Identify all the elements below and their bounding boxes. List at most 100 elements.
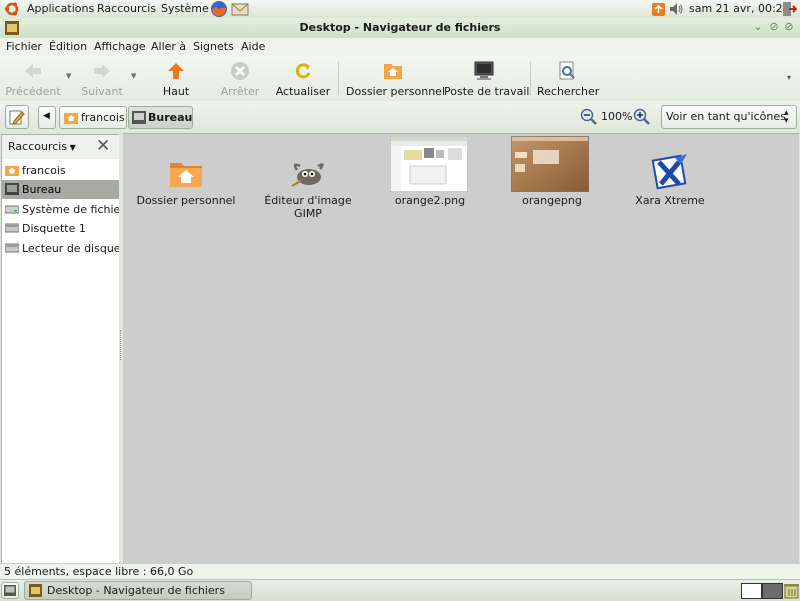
computer-label: Poste de travail [444, 85, 530, 98]
file-item-orange2-png[interactable]: orange2.png [375, 134, 485, 214]
sidebar: Raccourcis ▼ ✕ francois Bureau Système d… [1, 134, 120, 564]
clock[interactable]: sam 21 avr, 00:22 [689, 2, 790, 16]
show-desktop-button[interactable] [1, 582, 19, 599]
sidebar-item-lecteur-de-disquettes[interactable]: Lecteur de disquettes [2, 239, 119, 258]
edit-pencil-icon [9, 110, 25, 125]
volume-icon[interactable] [668, 1, 684, 17]
close-sidebar-icon[interactable]: ✕ [96, 136, 110, 156]
bottom-panel: Desktop - Navigateur de fichiers [0, 579, 800, 601]
stop-icon [231, 62, 249, 80]
desktop-icon [5, 183, 19, 195]
menu-aide[interactable]: Aide [241, 40, 265, 53]
show-desktop-icon [4, 585, 16, 596]
zoom-in-icon[interactable] [633, 108, 650, 125]
drive-icon [5, 205, 19, 214]
view-mode-select[interactable]: Voir en tant qu'icônes ▴ ▾ [661, 105, 797, 129]
workspace-2[interactable] [762, 583, 783, 599]
back-history-dropdown[interactable]: ▼ [66, 72, 71, 80]
sidebar-item-bureau[interactable]: Bureau [2, 180, 119, 199]
top-panel: Applications Raccourcis Système sam 21 a… [0, 0, 800, 19]
floppy-icon [5, 223, 19, 233]
path-button-bureau[interactable]: Bureau [128, 106, 193, 129]
taskbar-window-button[interactable]: Desktop - Navigateur de fichiers [24, 581, 252, 600]
zoom-level[interactable]: 100% [601, 110, 632, 123]
menu-fichier[interactable]: Fichier [6, 40, 42, 53]
back-button[interactable]: Précédent [4, 57, 62, 99]
ubuntu-logo-icon[interactable] [4, 1, 20, 17]
maximize-button[interactable]: ⊘ [768, 21, 780, 33]
file-name: orangepng [522, 194, 582, 207]
stop-button[interactable]: Arrêter [214, 57, 266, 99]
arrow-up-icon [168, 63, 184, 79]
toolbar: Précédent ▼ Suivant ▼ Haut Arrêter Actua… [0, 55, 800, 102]
toggle-location-entry-button[interactable] [5, 105, 29, 129]
path-scroll-left-button[interactable]: ◀ [38, 106, 56, 129]
file-name: Éditeur d'image GIMP [264, 194, 352, 220]
toolbar-separator [338, 61, 339, 95]
path-button-francois[interactable]: francois [59, 106, 127, 129]
minimize-button[interactable]: ⌄ [752, 21, 764, 33]
trash-icon[interactable] [784, 582, 799, 599]
file-view[interactable]: Dossier personnel Éditeur d'image GIMP o… [123, 133, 799, 564]
computer-button[interactable]: Poste de travail [444, 57, 530, 99]
caret-down-icon: ▼ [67, 143, 76, 152]
chevron-left-icon: ◀ [43, 111, 50, 121]
search-button[interactable]: Rechercher [537, 57, 599, 99]
arrow-right-icon [94, 64, 110, 78]
firefox-icon[interactable] [210, 0, 228, 18]
sidebar-item-francois[interactable]: francois [2, 161, 119, 180]
path-label-bureau: Bureau [148, 111, 193, 124]
path-label-francois: francois [81, 111, 125, 124]
forward-label: Suivant [81, 85, 123, 98]
reload-button[interactable]: Actualiser [274, 57, 332, 99]
menu-applications[interactable]: Applications [27, 2, 94, 16]
file-manager-icon [29, 584, 42, 597]
sidebar-item-label: francois [22, 164, 66, 177]
sidebar-item-label: Bureau [22, 183, 62, 196]
menu-raccourcis[interactable]: Raccourcis [97, 2, 156, 16]
home-label: Dossier personnel [346, 85, 446, 98]
desktop-icon [132, 111, 146, 124]
forward-history-dropdown[interactable]: ▼ [131, 72, 136, 80]
menu-signets[interactable]: Signets [193, 40, 234, 53]
stop-label: Arrêter [220, 85, 260, 98]
reload-label: Actualiser [275, 85, 331, 98]
menu-aller-a[interactable]: Aller à [151, 40, 186, 53]
menu-edition[interactable]: Édition [49, 40, 87, 53]
file-item-orangepng[interactable]: orangepng [497, 134, 607, 214]
file-name: orange2.png [394, 194, 466, 207]
arrow-left-icon [25, 64, 41, 78]
sidebar-item-label: Système de fichiers [22, 203, 119, 216]
toolbar-overflow-button[interactable]: ▾ [787, 73, 791, 82]
mail-icon[interactable] [231, 1, 249, 17]
view-mode-value: Voir en tant qu'icônes [666, 110, 786, 123]
update-notifier-icon[interactable] [652, 3, 665, 16]
updown-arrows-icon: ▴ ▾ [784, 108, 789, 126]
menu-systeme[interactable]: Système [161, 2, 209, 16]
file-name: Dossier personnel [136, 194, 236, 207]
logout-icon[interactable] [782, 1, 797, 17]
xara-icon [651, 154, 687, 190]
gimp-icon [291, 163, 324, 187]
back-label: Précédent [5, 85, 61, 98]
home-button[interactable]: Dossier personnel [346, 57, 446, 99]
toolbar-separator [530, 61, 531, 95]
sidebar-pane-selector[interactable]: Raccourcis ▼ [8, 140, 76, 153]
zoom-out-icon[interactable] [580, 108, 597, 125]
menu-affichage[interactable]: Affichage [94, 40, 146, 53]
floppy-drive-icon [5, 243, 19, 253]
sidebar-item-disquette-1[interactable]: Disquette 1 [2, 219, 119, 238]
window-titlebar[interactable]: Desktop - Navigateur de fichiers ⌄ ⊘ ⊘ [0, 18, 800, 39]
home-folder-icon [170, 163, 202, 187]
file-item-dossier-personnel[interactable]: Dossier personnel [131, 134, 241, 214]
computer-icon [474, 61, 494, 80]
sidebar-header: Raccourcis ▼ ✕ [2, 135, 119, 159]
reload-icon [295, 63, 311, 79]
close-button[interactable]: ⊘ [783, 21, 795, 33]
file-item-xara-xtreme[interactable]: Xara Xtreme [615, 134, 725, 214]
workspace-1[interactable] [741, 583, 762, 599]
file-item-gimp[interactable]: Éditeur d'image GIMP [253, 134, 363, 224]
sidebar-item-systeme-de-fichiers[interactable]: Système de fichiers [2, 200, 119, 219]
up-button[interactable]: Haut [150, 57, 202, 99]
forward-button[interactable]: Suivant [76, 57, 128, 99]
